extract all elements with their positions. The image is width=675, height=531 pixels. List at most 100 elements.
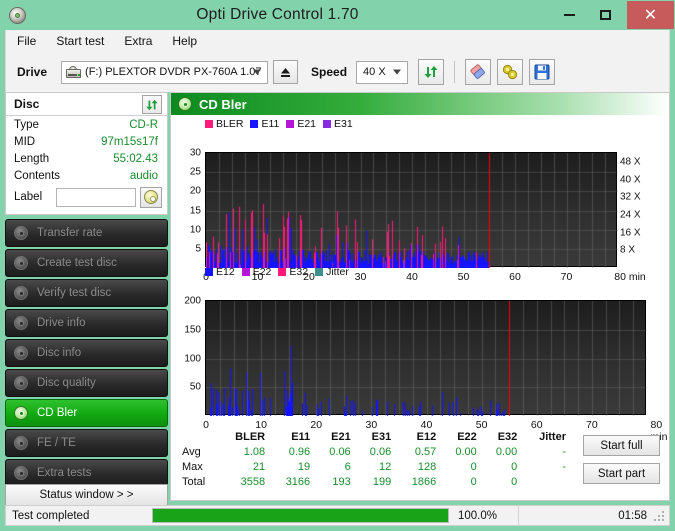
status-window-button[interactable]: Status window > > [5, 484, 168, 506]
elapsed-time: 01:58 [618, 509, 647, 522]
avg-bler: 1.08 [243, 445, 266, 458]
menu-extra[interactable]: Extra [122, 32, 161, 51]
sidebar-item-drive-info[interactable]: Drive info [5, 309, 168, 337]
menu-help[interactable]: Help [170, 32, 206, 51]
disc-refresh-button[interactable] [142, 95, 162, 114]
total-e22: 0 [470, 475, 477, 488]
window-title: Opti Drive Control 1.70 [196, 6, 359, 23]
legend-item-e21: E21 [286, 118, 316, 130]
max-e12: 128 [417, 460, 437, 473]
table-header-row: BLER E11 E21 E31 E12 E22 E32 Jitter [179, 429, 569, 444]
start-full-button[interactable]: Start full [583, 435, 660, 456]
legend-item-e32: E32 [278, 266, 308, 278]
total-e11: 3166 [285, 475, 311, 488]
col-bler: BLER [235, 430, 266, 443]
menu-start-test[interactable]: Start test [54, 32, 113, 51]
max-e21: 6 [344, 460, 351, 473]
progress-percent: 100.0% [458, 509, 498, 522]
drive-select[interactable]: (F:) PLEXTOR DVDR PX-760A 1.07 [61, 60, 269, 84]
legend-label-bler: BLER [216, 117, 244, 130]
ytick-top-20: 20 [189, 185, 201, 197]
max-bler: 21 [252, 460, 266, 473]
maximize-button[interactable] [590, 5, 620, 26]
sidebar-item-label: Drive info [37, 317, 86, 329]
sidebar-item-cd-bler[interactable]: CD Bler [5, 399, 168, 427]
sidebar-item-extra-tests[interactable]: Extra tests [5, 459, 168, 487]
xtick-top-60: 60 [509, 271, 521, 283]
left-column: Disc Type CD-R MID 97m15s17f Length 55:0… [5, 92, 168, 506]
start-part-button[interactable]: Start part [583, 463, 660, 484]
row-label-avg: Avg [182, 445, 201, 458]
sidebar-item-transfer-rate[interactable]: Transfer rate [5, 219, 168, 247]
sidebar-item-disc-info[interactable]: Disc info [5, 339, 168, 367]
refresh-button[interactable] [418, 59, 445, 85]
avg-e11: 0.96 [288, 445, 311, 458]
sidebar-item-label: Disc quality [37, 377, 96, 389]
total-e31: 199 [372, 475, 392, 488]
status-bar: Test completed 100.0% 01:58 [5, 505, 670, 526]
drive-label: Drive [17, 65, 48, 79]
rtick-top-40-x: 40 X [620, 174, 641, 186]
sidebar-item-create-test-disc[interactable]: Create test disc [5, 249, 168, 277]
ytick-bot-200: 200 [184, 295, 201, 307]
ytick-top-15: 15 [189, 205, 201, 216]
refresh-icon [146, 99, 158, 110]
erase-button[interactable] [465, 59, 492, 85]
bler-series-canvas [206, 153, 618, 268]
chevron-down-icon [253, 69, 262, 75]
total-jitter [520, 474, 569, 489]
rtick-top-24-x: 24 X [620, 209, 641, 221]
refresh-icon [424, 66, 438, 78]
disc-length-value: 55:02.43 [113, 152, 158, 165]
legend-item-e12: E12 [205, 266, 235, 278]
table-row: Max 21 19 6 12 128 0 0 - [179, 459, 569, 474]
sidebar-item-disc-quality[interactable]: Disc quality [5, 369, 168, 397]
legend-swatch-e32 [278, 267, 287, 276]
disc-panel-title: Disc [14, 97, 40, 111]
progress-bar [152, 508, 449, 523]
minimize-button[interactable] [554, 5, 584, 26]
total-e32: 0 [511, 475, 518, 488]
max-e22: 0 [470, 460, 477, 473]
disc-label-button[interactable] [140, 186, 162, 208]
speed-select[interactable]: 40 X [356, 60, 409, 84]
legend-item-jitter: Jitter [315, 266, 349, 278]
legend-swatch-e12 [205, 267, 213, 276]
disc-icon [13, 225, 30, 242]
disc-type-value: CD-R [129, 118, 158, 131]
legend-label-e22: E22 [252, 265, 272, 278]
app-disc-icon [7, 5, 29, 27]
table-row: Total 3558 3166 193 199 1866 0 0 [179, 474, 569, 489]
close-button[interactable]: ✕ [627, 1, 674, 29]
tools-button[interactable] [497, 59, 524, 85]
save-button[interactable] [529, 59, 556, 85]
disc-panel-header: Disc [6, 93, 167, 116]
disc-icon [13, 255, 30, 272]
toolbar-separator [454, 61, 456, 83]
max-e31: 12 [378, 460, 392, 473]
menu-file[interactable]: File [15, 32, 45, 51]
menu-bar: File Start test Extra Help [5, 30, 670, 52]
legend-swatch-jitter [315, 267, 324, 276]
ytick-bot-50: 50 [189, 381, 201, 393]
eject-button[interactable] [273, 60, 299, 84]
total-e12: 1866 [411, 475, 437, 488]
ytick-bot-100: 100 [184, 353, 201, 364]
application-window: Opti Drive Control 1.70 ✕ File Start tes… [0, 0, 675, 531]
sidebar-item-verify-test-disc[interactable]: Verify test disc [5, 279, 168, 307]
speed-label: Speed [311, 65, 348, 79]
legend-label-e12: E12 [216, 265, 235, 278]
disc-icon [13, 285, 30, 302]
xtick-top-30: 30 [354, 271, 367, 283]
legend-label-e21: E21 [297, 117, 317, 130]
chevron-down-icon [393, 69, 402, 75]
disc-icon [13, 345, 30, 362]
disc-label-input[interactable] [56, 187, 136, 207]
floppy-save-icon [534, 64, 550, 80]
speed-select-value: 40 X [363, 66, 386, 78]
resize-grip[interactable] [654, 511, 665, 522]
sidebar-item-fe-te[interactable]: FE / TE [5, 429, 168, 457]
disc-icon [13, 465, 30, 482]
stats-corner [179, 429, 215, 444]
legend-label-jitter: Jitter [326, 265, 349, 278]
